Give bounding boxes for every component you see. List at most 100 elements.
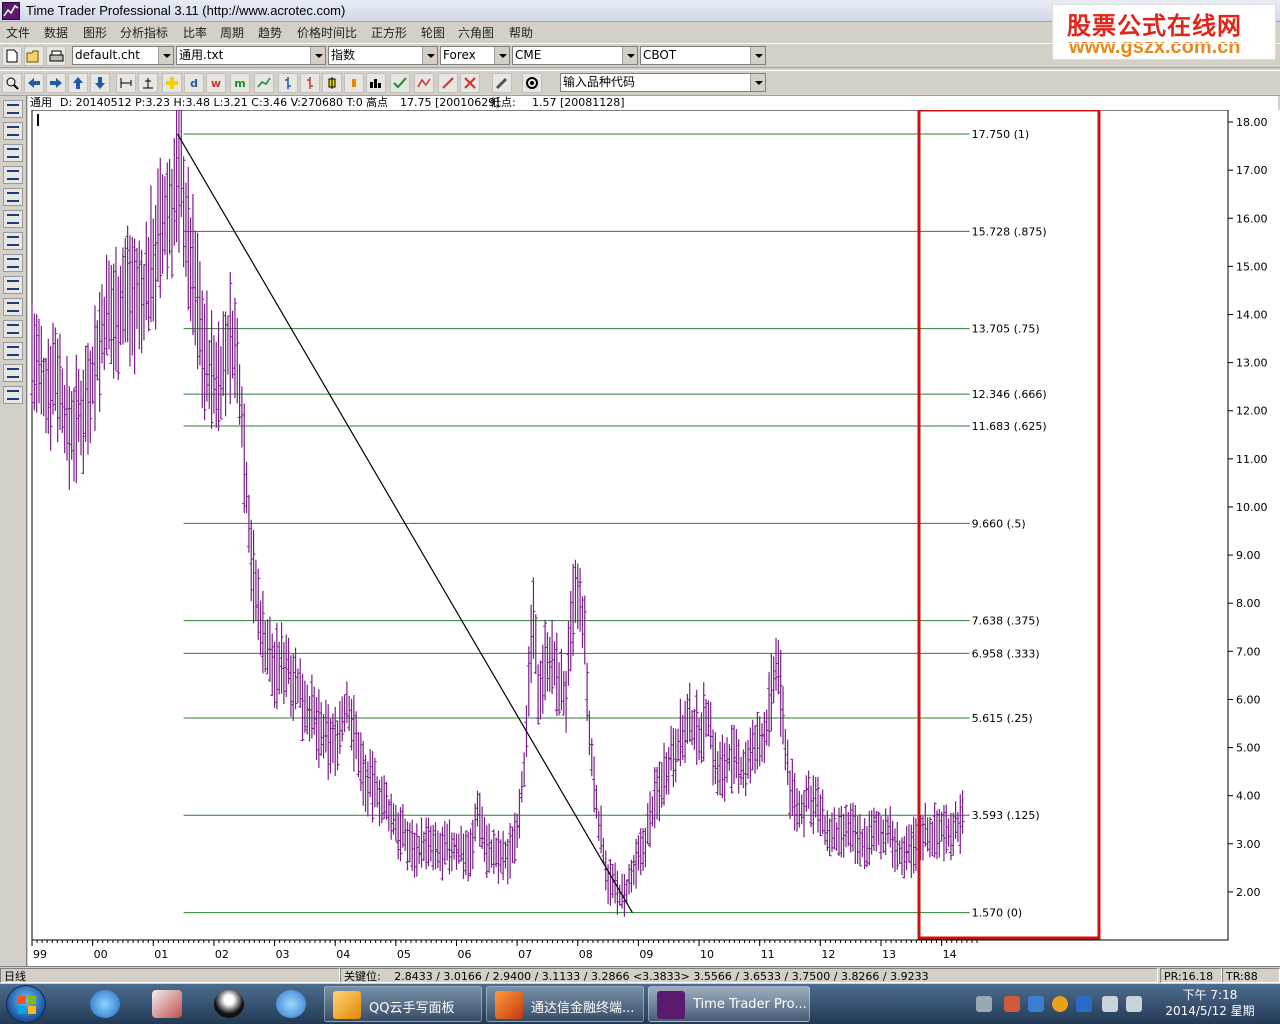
app-icon[interactable] <box>2 2 20 20</box>
chevron-down-icon[interactable] <box>422 47 437 64</box>
paint-icon[interactable] <box>140 986 194 1022</box>
info-low-value: 1.57 [20081128] <box>532 96 625 109</box>
chevron-down-icon[interactable] <box>750 47 765 64</box>
security-icon[interactable] <box>1076 996 1092 1012</box>
ie-icon[interactable] <box>78 986 132 1022</box>
tool-9-icon[interactable] <box>3 276 23 294</box>
tool-6-icon[interactable] <box>3 210 23 228</box>
chrome-icon[interactable] <box>1052 996 1068 1012</box>
arrow-left-icon[interactable] <box>24 73 44 93</box>
tool-14-icon[interactable] <box>3 386 23 404</box>
settings-icon[interactable] <box>522 73 542 93</box>
indicator-icon[interactable] <box>414 73 434 93</box>
status-key-values: 2.8433 / 3.0166 / 2.9400 / 3.1133 / 3.28… <box>394 970 929 983</box>
market-select[interactable]: Forex <box>440 46 510 65</box>
menu-graph[interactable]: 图形 <box>83 24 107 41</box>
y-tick-label: 9.00 <box>1236 549 1261 562</box>
pencil-icon[interactable] <box>438 73 458 93</box>
menu-data[interactable]: 数据 <box>44 24 68 41</box>
qq-icon[interactable] <box>202 986 256 1022</box>
menu-help[interactable]: 帮助 <box>509 24 533 41</box>
menu-file[interactable]: 文件 <box>6 24 30 41</box>
volume-icon[interactable] <box>1126 996 1142 1012</box>
exchange1-select[interactable]: CME <box>512 46 638 65</box>
x-tick-label: 99 <box>33 948 47 961</box>
ohlc-icon[interactable] <box>300 73 320 93</box>
candle-icon[interactable] <box>322 73 342 93</box>
bar-chart-icon[interactable] <box>278 73 298 93</box>
status-bar: 日线 关键位: 2.8433 / 3.0166 / 2.9400 / 3.113… <box>0 966 1280 984</box>
menu-period[interactable]: 周期 <box>220 24 244 41</box>
crosshair-icon[interactable] <box>162 73 182 93</box>
x-tick-label: 07 <box>518 948 532 961</box>
arrow-up-icon[interactable] <box>68 73 88 93</box>
chevron-down-icon[interactable] <box>158 47 173 64</box>
check-icon[interactable] <box>390 73 410 93</box>
task-qq-handwriting[interactable]: QQ云手写面板 <box>324 986 482 1022</box>
browser-icon[interactable] <box>264 986 318 1022</box>
tool-3-icon[interactable] <box>3 144 23 162</box>
ie-glyph <box>90 990 120 1018</box>
menu-wheel[interactable]: 轮图 <box>421 24 445 41</box>
fib-level-label: 6.958 (.333) <box>972 647 1040 660</box>
network-icon[interactable] <box>1102 996 1118 1012</box>
line-chart-icon[interactable] <box>254 73 274 93</box>
category-select[interactable]: 指数 <box>328 46 438 65</box>
tool-12-glyph <box>7 346 19 356</box>
daily-period-icon[interactable]: d <box>184 73 204 93</box>
users-icon[interactable] <box>1004 996 1020 1012</box>
x-tick-label: 10 <box>700 948 714 961</box>
menu-trend[interactable]: 趋势 <box>258 24 282 41</box>
tool-12-icon[interactable] <box>3 342 23 360</box>
tool-5-icon[interactable] <box>3 188 23 206</box>
tool-4-icon[interactable] <box>3 166 23 184</box>
info-high-value: 17.75 [20010629] <box>400 96 500 109</box>
brush-icon[interactable] <box>492 73 512 93</box>
menu-indicators[interactable]: 分析指标 <box>120 24 168 41</box>
price-chart[interactable]: 2.00 3.00 4.00 5.00 6.00 7.00 8.00 9.00 10.00 11.… <box>28 78 1280 966</box>
menu-hexagon[interactable]: 六角图 <box>458 24 494 41</box>
tool-13-icon[interactable] <box>3 364 23 382</box>
arrow-down-icon[interactable] <box>90 73 110 93</box>
clock[interactable]: 下午 7:18 2014/5/12 星期一 <box>1160 987 1260 1024</box>
tool-7-icon[interactable] <box>3 232 23 250</box>
menu-ratio[interactable]: 比率 <box>183 24 207 41</box>
y-tick-label: 13.00 <box>1236 357 1268 370</box>
category-value: 指数 <box>331 48 356 62</box>
task-time-trader[interactable]: Time Trader Pro... <box>648 986 810 1022</box>
menu-price-time[interactable]: 价格时间比 <box>297 24 357 41</box>
monthly-period-icon[interactable]: m <box>230 73 250 93</box>
new-file-icon[interactable] <box>2 46 22 66</box>
tool-14-glyph <box>7 390 19 400</box>
chevron-down-icon[interactable] <box>310 47 325 64</box>
print-icon[interactable] <box>46 46 66 66</box>
task-tdx-terminal[interactable]: 通达信金融终端... <box>486 986 644 1022</box>
tool-1-icon[interactable] <box>3 100 23 118</box>
candle-alt-icon[interactable] <box>344 73 364 93</box>
tool-10-icon[interactable] <box>3 298 23 316</box>
expand-icon[interactable] <box>138 73 158 93</box>
compress-icon[interactable] <box>116 73 136 93</box>
chart-canvas[interactable]: 2.00 3.00 4.00 5.00 6.00 7.00 8.00 9.00 10.00 11.… <box>28 78 1280 966</box>
application-window: Time Trader Professional 3.11 (http://ww… <box>0 0 1280 1024</box>
chevron-down-icon[interactable] <box>622 47 637 64</box>
volume-icon[interactable] <box>366 73 386 93</box>
tool-11-icon[interactable] <box>3 320 23 338</box>
zoom-icon[interactable] <box>2 73 22 93</box>
shield-icon[interactable] <box>1028 996 1044 1012</box>
tool-2-icon[interactable] <box>3 122 23 140</box>
arrow-right-icon[interactable] <box>46 73 66 93</box>
chevron-down-icon[interactable] <box>750 74 765 91</box>
symbol-input[interactable]: 输入品种代码 <box>560 73 766 92</box>
chevron-down-icon[interactable] <box>494 47 509 64</box>
chart-template-select[interactable]: default.cht <box>72 46 174 65</box>
open-folder-icon[interactable] <box>24 46 44 66</box>
menu-square[interactable]: 正方形 <box>371 24 407 41</box>
eraser-icon[interactable] <box>460 73 480 93</box>
exchange2-select[interactable]: CBOT <box>640 46 766 65</box>
keyboard-icon[interactable] <box>976 996 992 1012</box>
weekly-period-icon[interactable]: w <box>206 73 226 93</box>
start-button[interactable] <box>6 985 46 1023</box>
data-file-select[interactable]: 通用.txt <box>176 46 326 65</box>
tool-8-icon[interactable] <box>3 254 23 272</box>
